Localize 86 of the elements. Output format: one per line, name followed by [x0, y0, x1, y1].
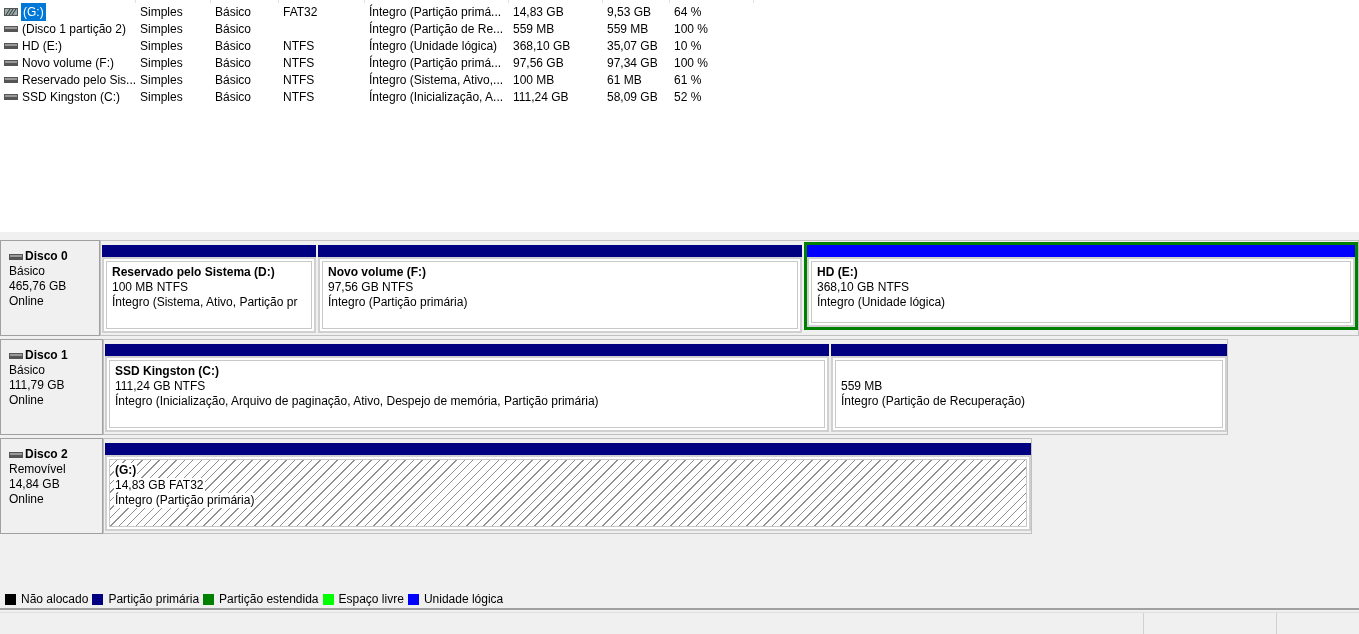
disk-type: Básico — [9, 363, 47, 378]
table-cell: 61 % — [674, 72, 702, 87]
table-cell: Simples — [140, 55, 183, 70]
table-cell: 97,56 GB — [513, 55, 564, 70]
partition-status: Íntegro (Unidade lógica) — [816, 295, 947, 310]
disk-name: Disco 0 — [25, 249, 68, 264]
partition-size: 368,10 GB NTFS — [816, 280, 911, 295]
disk-label-panel[interactable]: Disco 0 Básico 465,76 GB Online — [0, 240, 100, 336]
table-cell: 559 MB — [513, 21, 555, 36]
partition-status: Íntegro (Partição de Recuperação) — [840, 394, 1027, 409]
table-cell: 100 MB — [513, 72, 555, 87]
drive-icon — [9, 253, 23, 260]
partition-title: HD (E:) — [816, 265, 859, 280]
partition-status: Íntegro (Partição primária) — [327, 295, 469, 310]
table-cell: FAT32 — [283, 4, 318, 19]
disk-size: 465,76 GB — [9, 279, 68, 294]
disk-name: Disco 2 — [25, 447, 68, 462]
volume-name[interactable]: SSD Kingston (C:) — [21, 87, 122, 106]
disk-state: Online — [9, 393, 45, 408]
partition-title: SSD Kingston (C:) — [114, 364, 220, 379]
table-cell: 100 % — [674, 21, 709, 36]
legend-label: Espaço livre — [338, 591, 404, 608]
partition-status: Íntegro (Inicialização, Arquivo de paginação, Ativo, Despejo de memória, Partição primária) — [114, 394, 600, 409]
table-cell: 14,83 GB — [513, 4, 564, 19]
table-cell: 97,34 GB — [607, 55, 658, 70]
table-cell: Íntegro (Unidade lógica) — [369, 38, 498, 53]
table-cell: 9,53 GB — [607, 4, 652, 19]
disk-size: 111,79 GB — [9, 378, 66, 393]
disk-state: Online — [9, 492, 45, 507]
volume-name[interactable]: (Disco 1 partição 2) — [21, 19, 128, 38]
volume-name[interactable]: Novo volume (F:) — [21, 53, 116, 72]
partition-size: 14,83 GB FAT32 — [114, 478, 205, 493]
table-cell: 10 % — [674, 38, 702, 53]
table-cell: 61 MB — [607, 72, 642, 87]
disk-label-panel[interactable]: Disco 2 Removível 14,84 GB Online — [0, 438, 103, 534]
partition-size: 97,56 GB NTFS — [327, 280, 415, 295]
partition-title: (G:) — [114, 463, 138, 478]
legend-label: Não alocado — [21, 591, 89, 608]
table-cell: NTFS — [283, 38, 315, 53]
table-cell: NTFS — [283, 89, 315, 104]
table-cell: Simples — [140, 38, 183, 53]
partition-status: Íntegro (Sistema, Ativo, Partição pr — [111, 295, 299, 310]
table-cell: Básico — [215, 89, 252, 104]
partition-title: Reservado pelo Sistema (D:) — [111, 265, 276, 280]
table-cell: 58,09 GB — [607, 89, 658, 104]
disk-state: Online — [9, 294, 45, 309]
disk-type: Removível — [9, 462, 67, 477]
drive-icon — [9, 352, 23, 359]
partition-size: 111,24 GB NTFS — [114, 379, 207, 394]
table-cell: Simples — [140, 89, 183, 104]
table-cell: 559 MB — [607, 21, 649, 36]
legend-label: Partição primária — [108, 591, 200, 608]
volume-name[interactable]: (G:) — [21, 2, 46, 21]
table-cell: Íntegro (Partição de Re... — [369, 21, 504, 36]
disk-name: Disco 1 — [25, 348, 68, 363]
table-cell: 368,10 GB — [513, 38, 571, 53]
table-cell: 35,07 GB — [607, 38, 658, 53]
table-cell: 64 % — [674, 4, 702, 19]
table-cell: 52 % — [674, 89, 702, 104]
table-cell: Íntegro (Inicialização, A... — [369, 89, 504, 104]
table-cell: NTFS — [283, 72, 315, 87]
volume-name[interactable]: HD (E:) — [21, 36, 63, 55]
table-cell: Básico — [215, 4, 252, 19]
disk-label-panel[interactable]: Disco 1 Básico 111,79 GB Online — [0, 339, 103, 435]
volume-name[interactable]: Reservado pelo Sis... — [21, 70, 138, 89]
disk-type: Básico — [9, 264, 47, 279]
table-cell: Básico — [215, 72, 252, 87]
legend-label: Partição estendida — [219, 591, 319, 608]
partition-status: Íntegro (Partição primária) — [114, 493, 256, 508]
table-cell: Básico — [215, 55, 252, 70]
drive-icon — [9, 451, 23, 458]
disk-size: 14,84 GB — [9, 477, 61, 492]
table-cell: 100 % — [674, 55, 709, 70]
table-cell: Simples — [140, 21, 183, 36]
table-cell: Íntegro (Sistema, Ativo,... — [369, 72, 504, 87]
partition[interactable]: HD (E:) 368,10 GB NTFS Íntegro (Unidade lógica) — [804, 242, 1358, 330]
table-cell: Íntegro (Partição primá... — [369, 55, 502, 70]
table-cell: NTFS — [283, 55, 315, 70]
table-cell: Íntegro (Partição primá... — [369, 4, 502, 19]
table-cell: Básico — [215, 21, 252, 36]
table-cell: Simples — [140, 4, 183, 19]
legend-label: Unidade lógica — [423, 591, 504, 608]
table-cell: 111,24 GB — [513, 89, 569, 104]
partition-title: Novo volume (F:) — [327, 265, 427, 280]
table-cell: Básico — [215, 38, 252, 53]
table-cell: Simples — [140, 72, 183, 87]
